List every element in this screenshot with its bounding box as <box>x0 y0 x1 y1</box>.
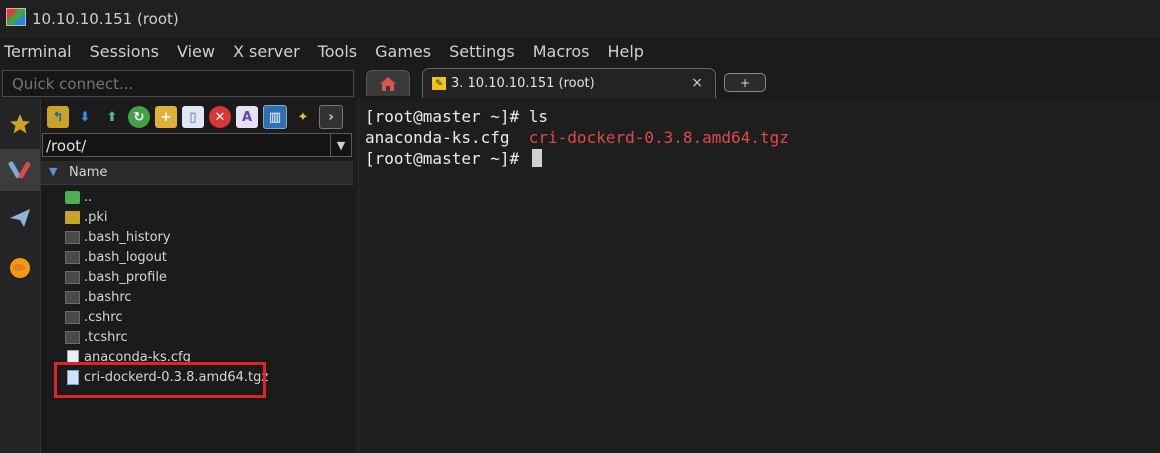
menu-terminal[interactable]: Terminal <box>4 42 72 61</box>
file-list-header[interactable]: ▼ Name <box>41 161 353 185</box>
tab-label: 3. 10.10.10.151 (root) <box>451 76 595 91</box>
file-icon <box>65 250 80 264</box>
rename-icon[interactable]: A <box>236 106 258 128</box>
file-name: .. <box>84 189 93 205</box>
file-icon <box>65 310 80 324</box>
terminal-prompt: [root@master ~]# <box>365 149 529 168</box>
key-icon: ✎ <box>432 77 446 90</box>
menu-help[interactable]: Help <box>607 42 643 61</box>
file-icon <box>65 270 80 284</box>
highlight-annotation-box <box>54 362 266 398</box>
path-text: /root/ <box>46 137 87 155</box>
tab-session[interactable]: ✎ 3. 10.10.10.151 (root) × <box>422 68 716 98</box>
terminal-line: [root@master ~]# <box>365 149 542 168</box>
sftp-panel: ↰ ⬇ ⬆ ↻ + ▯ ✕ A ▥ ✦ › /root/ ▼ ▼ Name ..… <box>40 99 354 453</box>
star-icon[interactable] <box>0 103 40 145</box>
refresh-icon[interactable]: ↻ <box>128 106 150 128</box>
list-item[interactable]: .pki <box>65 207 108 227</box>
file-name: .bash_logout <box>84 249 167 265</box>
list-item[interactable]: .bash_profile <box>65 267 167 287</box>
menu-bar: Terminal Sessions View X server Tools Ga… <box>0 38 1160 64</box>
column-name-header[interactable]: Name <box>69 165 107 180</box>
title-bar: 10.10.10.151 (root) <box>0 0 1160 38</box>
close-icon[interactable]: × <box>691 75 703 91</box>
list-item[interactable]: .bash_history <box>65 227 171 247</box>
file-name: .tcshrc <box>84 329 128 345</box>
home-tab[interactable] <box>366 70 410 96</box>
sort-arrow-icon: ▼ <box>49 165 58 178</box>
terminal-line: anaconda-ks.cfg cri-dockerd-0.3.8.amd64.… <box>365 128 789 147</box>
path-dropdown[interactable]: /root/ ▼ <box>42 133 352 157</box>
file-name: .bashrc <box>84 289 132 305</box>
file-name: .bash_history <box>84 229 171 245</box>
new-tab-button[interactable]: + <box>724 73 766 92</box>
terminal-cursor <box>531 149 542 167</box>
terminal-archive-file: cri-dockerd-0.3.8.amd64.tgz <box>528 128 789 147</box>
list-item[interactable]: .. <box>65 187 92 207</box>
download-icon[interactable]: ⬇ <box>74 106 96 128</box>
sidebar-icon-strip <box>0 99 40 453</box>
terminal-line: [root@master ~]# ls <box>365 107 549 126</box>
list-item[interactable]: .cshrc <box>65 307 123 327</box>
menu-games[interactable]: Games <box>375 42 431 61</box>
list-item[interactable]: .tcshrc <box>65 327 128 347</box>
file-name: .bash_profile <box>84 269 167 285</box>
menu-settings[interactable]: Settings <box>449 42 515 61</box>
list-item[interactable]: .bash_logout <box>65 247 167 267</box>
magic-icon[interactable]: ✦ <box>292 106 314 128</box>
menu-view[interactable]: View <box>177 42 215 61</box>
folder-icon <box>65 210 80 224</box>
file-icon <box>65 330 80 344</box>
terminal-view[interactable]: [root@master ~]# ls anaconda-ks.cfg cri-… <box>358 98 1160 453</box>
terminal-file: anaconda-ks.cfg <box>365 128 510 147</box>
window-title: 10.10.10.151 (root) <box>32 10 179 28</box>
globe-icon[interactable] <box>0 247 40 289</box>
home-icon <box>380 76 396 91</box>
menu-tools[interactable]: Tools <box>318 42 357 61</box>
view-icon[interactable]: ▥ <box>263 105 287 129</box>
menu-macros[interactable]: Macros <box>533 42 590 61</box>
chevron-down-icon[interactable]: ▼ <box>330 134 351 156</box>
terminal-icon[interactable]: › <box>319 105 343 129</box>
sftp-toolbar: ↰ ⬇ ⬆ ↻ + ▯ ✕ A ▥ ✦ › <box>41 103 353 131</box>
menu-x-server[interactable]: X server <box>233 42 300 61</box>
upload-icon[interactable]: ⬆ <box>101 106 123 128</box>
new-folder-icon[interactable]: + <box>155 106 177 128</box>
send-icon[interactable] <box>0 197 40 239</box>
file-icon <box>65 230 80 244</box>
tab-bar: ✎ 3. 10.10.10.151 (root) × + <box>356 64 1160 98</box>
app-icon <box>6 8 26 26</box>
new-file-icon[interactable]: ▯ <box>182 106 204 128</box>
quick-connect-input[interactable] <box>2 70 354 97</box>
file-name: .pki <box>84 209 108 225</box>
tools-icon[interactable] <box>0 149 40 191</box>
menu-sessions[interactable]: Sessions <box>90 42 159 61</box>
file-name: .cshrc <box>84 309 123 325</box>
delete-icon[interactable]: ✕ <box>209 106 231 128</box>
file-icon <box>65 290 80 304</box>
list-item[interactable]: .bashrc <box>65 287 132 307</box>
parent-dir-icon <box>65 190 80 204</box>
parent-folder-icon[interactable]: ↰ <box>47 106 69 128</box>
